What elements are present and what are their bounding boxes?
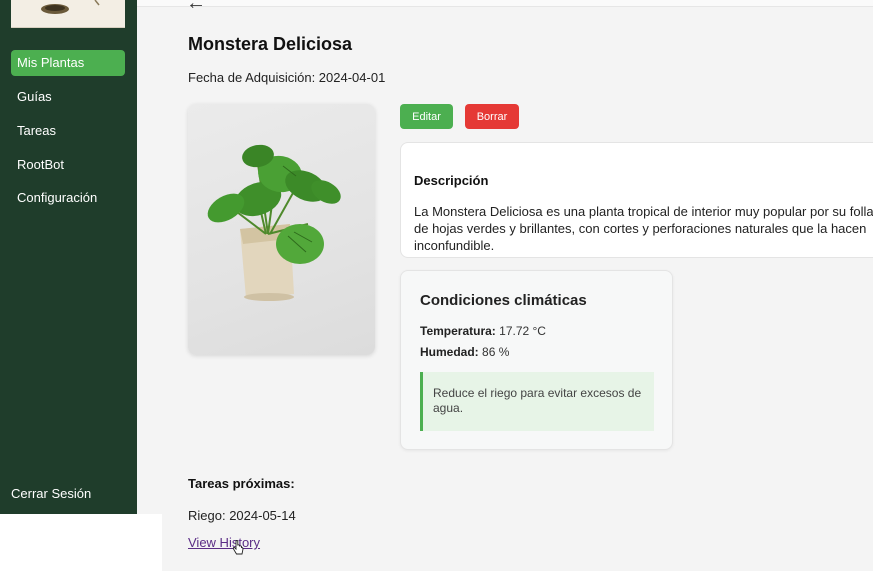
temperature-label: Temperatura: (420, 324, 496, 338)
page-title: Monstera Deliciosa (188, 34, 353, 54)
tasks-title: Tareas próximas: (188, 476, 295, 491)
top-divider (137, 0, 873, 7)
humidity-label: Humedad: (420, 345, 479, 359)
page-corner (0, 514, 162, 571)
description-card: Descripción La Monstera Deliciosa es una… (400, 142, 873, 258)
sidebar-item-tareas[interactable]: Tareas (11, 118, 125, 144)
description-text: La Monstera Deliciosa es una planta trop… (414, 204, 873, 253)
logout-button[interactable]: Cerrar Sesión (11, 486, 91, 501)
humidity-value: 86 % (482, 345, 510, 359)
climate-title: Condiciones climáticas (420, 292, 587, 309)
hand-cursor-icon (232, 540, 244, 555)
delete-button[interactable]: Borrar (465, 104, 519, 129)
sidebar-item-mis-plantas[interactable]: Mis Plantas (11, 50, 125, 76)
edit-button[interactable]: Editar (400, 104, 453, 129)
humidity-row: Humedad: 86 % (420, 345, 509, 359)
sidebar: Mis Plantas Guías Tareas RootBot Configu… (0, 0, 137, 514)
sidebar-item-guias[interactable]: Guías (11, 84, 125, 110)
sidebar-item-configuracion[interactable]: Configuración (11, 185, 125, 211)
acquisition-date: Fecha de Adquisición: 2024-04-01 (188, 70, 386, 85)
sidebar-item-rootbot[interactable]: RootBot (11, 152, 125, 178)
monstera-plant-photo (207, 144, 341, 301)
back-arrow-icon[interactable]: ← (186, 0, 206, 15)
watering-advice: Reduce el riego para evitar excesos de a… (420, 372, 654, 431)
temperature-value: 17.72 °C (499, 324, 546, 338)
logo[interactable] (11, 0, 125, 28)
plant-photo (188, 104, 375, 355)
view-history-link[interactable]: View History (188, 535, 260, 550)
plant-logo-icon (41, 0, 100, 14)
description-title: Descripción (414, 173, 489, 188)
task-item: Riego: 2024-05-14 (188, 508, 296, 523)
climate-card: Condiciones climáticas Temperatura: 17.7… (400, 270, 673, 450)
temperature-row: Temperatura: 17.72 °C (420, 324, 546, 338)
